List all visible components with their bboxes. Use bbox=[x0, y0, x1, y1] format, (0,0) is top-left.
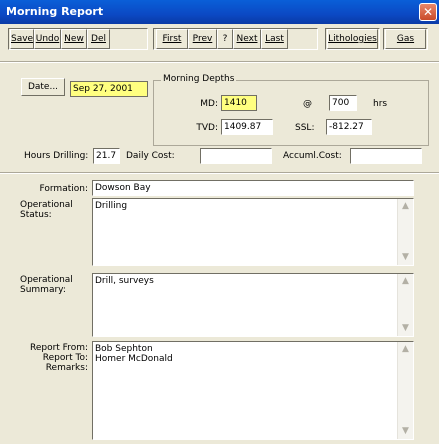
date-field[interactable]: Sep 27, 2001 bbox=[70, 81, 148, 97]
daily-cost-field[interactable] bbox=[200, 148, 272, 164]
morning-depths-group bbox=[153, 80, 429, 146]
morning-depths-label: Morning Depths bbox=[161, 74, 237, 84]
save-button[interactable]: Save bbox=[10, 29, 34, 49]
md-label: MD: bbox=[200, 99, 218, 109]
accumulated-cost-label: Accuml.Cost: bbox=[283, 151, 342, 161]
scroll-up-arrow-icon[interactable]: ▲ bbox=[398, 274, 413, 289]
new-button[interactable]: New bbox=[61, 29, 87, 49]
time-unit-label: hrs bbox=[373, 99, 388, 109]
operational-status-scrollbar[interactable]: ▲ ▼ bbox=[397, 199, 413, 265]
operational-status-label: Operational Status: bbox=[20, 200, 73, 220]
first-button[interactable]: First bbox=[156, 29, 188, 49]
report-memo[interactable]: Bob Sephton Homer McDonald ▲ ▼ bbox=[92, 341, 414, 440]
report-labels: Report From: Report To: Remarks: bbox=[29, 343, 88, 373]
formation-field[interactable]: Dowson Bay bbox=[92, 180, 414, 196]
operational-summary-memo[interactable]: Drill, surveys ▲ ▼ bbox=[92, 273, 414, 337]
hours-drilling-label: Hours Drilling: bbox=[24, 151, 89, 161]
section-separator bbox=[0, 172, 439, 174]
scroll-down-arrow-icon[interactable]: ▼ bbox=[398, 250, 413, 265]
undo-button[interactable]: Undo bbox=[34, 29, 61, 49]
md-field[interactable]: 1410 bbox=[221, 95, 257, 111]
operational-status-memo[interactable]: Drilling ▲ ▼ bbox=[92, 198, 414, 266]
ssl-label: SSL: bbox=[295, 123, 315, 133]
scroll-down-arrow-icon[interactable]: ▼ bbox=[398, 424, 413, 439]
toolbar-separator bbox=[0, 61, 439, 63]
operational-status-text: Drilling bbox=[95, 201, 128, 211]
scroll-up-arrow-icon[interactable]: ▲ bbox=[398, 199, 413, 214]
report-scrollbar[interactable]: ▲ ▼ bbox=[397, 342, 413, 439]
operational-summary-text: Drill, surveys bbox=[95, 276, 154, 286]
time-field[interactable]: 700 bbox=[329, 95, 357, 111]
tvd-field[interactable]: 1409.87 bbox=[221, 119, 273, 135]
scroll-down-arrow-icon[interactable]: ▼ bbox=[398, 321, 413, 336]
formation-label: Formation: bbox=[39, 184, 88, 194]
accumulated-cost-field[interactable] bbox=[350, 148, 422, 164]
next-button[interactable]: Next bbox=[233, 29, 261, 49]
help-button[interactable]: ? bbox=[217, 29, 233, 49]
title-bar: Morning Report ✕ bbox=[0, 0, 439, 24]
date-button[interactable]: Date... bbox=[21, 78, 65, 96]
del-button[interactable]: Del bbox=[87, 29, 110, 49]
daily-cost-label: Daily Cost: bbox=[126, 151, 175, 161]
window-title: Morning Report bbox=[6, 5, 104, 18]
last-button[interactable]: Last bbox=[261, 29, 288, 49]
hours-drilling-field[interactable]: 21.7 bbox=[93, 148, 120, 164]
operational-summary-label: Operational Summary: bbox=[20, 275, 73, 295]
toolbar: Save Undo New Del First Prev ? Next Last… bbox=[0, 28, 439, 52]
report-text: Bob Sephton Homer McDonald bbox=[95, 344, 173, 364]
ssl-field[interactable]: -812.27 bbox=[326, 119, 372, 135]
tvd-label: TVD: bbox=[196, 123, 218, 133]
scroll-up-arrow-icon[interactable]: ▲ bbox=[398, 342, 413, 357]
close-icon[interactable]: ✕ bbox=[419, 3, 437, 21]
lithologies-button[interactable]: Lithologies bbox=[327, 29, 378, 49]
morning-report-window: Morning Report ✕ Save Undo New Del First… bbox=[0, 0, 439, 444]
operational-summary-scrollbar[interactable]: ▲ ▼ bbox=[397, 274, 413, 336]
prev-button[interactable]: Prev bbox=[188, 29, 217, 49]
gas-button[interactable]: Gas bbox=[385, 29, 426, 49]
at-label: @ bbox=[303, 99, 312, 109]
